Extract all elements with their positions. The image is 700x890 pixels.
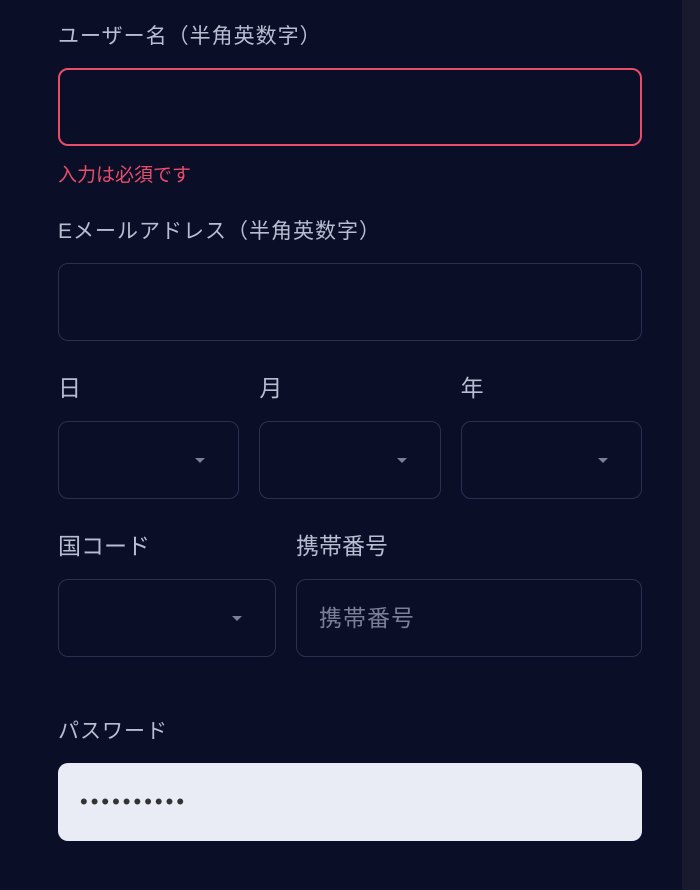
country-code-select[interactable] xyxy=(58,579,276,657)
chevron-down-icon xyxy=(188,448,212,472)
right-edge-decoration xyxy=(682,0,700,890)
day-select[interactable] xyxy=(58,421,239,499)
email-label: Eメールアドレス（半角英数字） xyxy=(58,215,642,245)
month-select[interactable] xyxy=(259,421,440,499)
year-label: 年 xyxy=(461,369,642,403)
password-input[interactable] xyxy=(58,763,642,841)
day-label: 日 xyxy=(58,369,239,403)
month-label: 月 xyxy=(259,369,440,403)
chevron-down-icon xyxy=(591,448,615,472)
chevron-down-icon xyxy=(225,606,249,630)
username-error-text: 入力は必須です xyxy=(58,160,642,187)
phone-number-input[interactable] xyxy=(296,579,642,657)
year-select[interactable] xyxy=(461,421,642,499)
password-label: パスワード xyxy=(58,715,642,745)
phone-number-label: 携帯番号 xyxy=(296,527,642,561)
username-input[interactable] xyxy=(58,68,642,146)
email-input[interactable] xyxy=(58,263,642,341)
username-label: ユーザー名（半角英数字） xyxy=(58,20,642,50)
country-code-label: 国コード xyxy=(58,527,276,561)
chevron-down-icon xyxy=(390,448,414,472)
